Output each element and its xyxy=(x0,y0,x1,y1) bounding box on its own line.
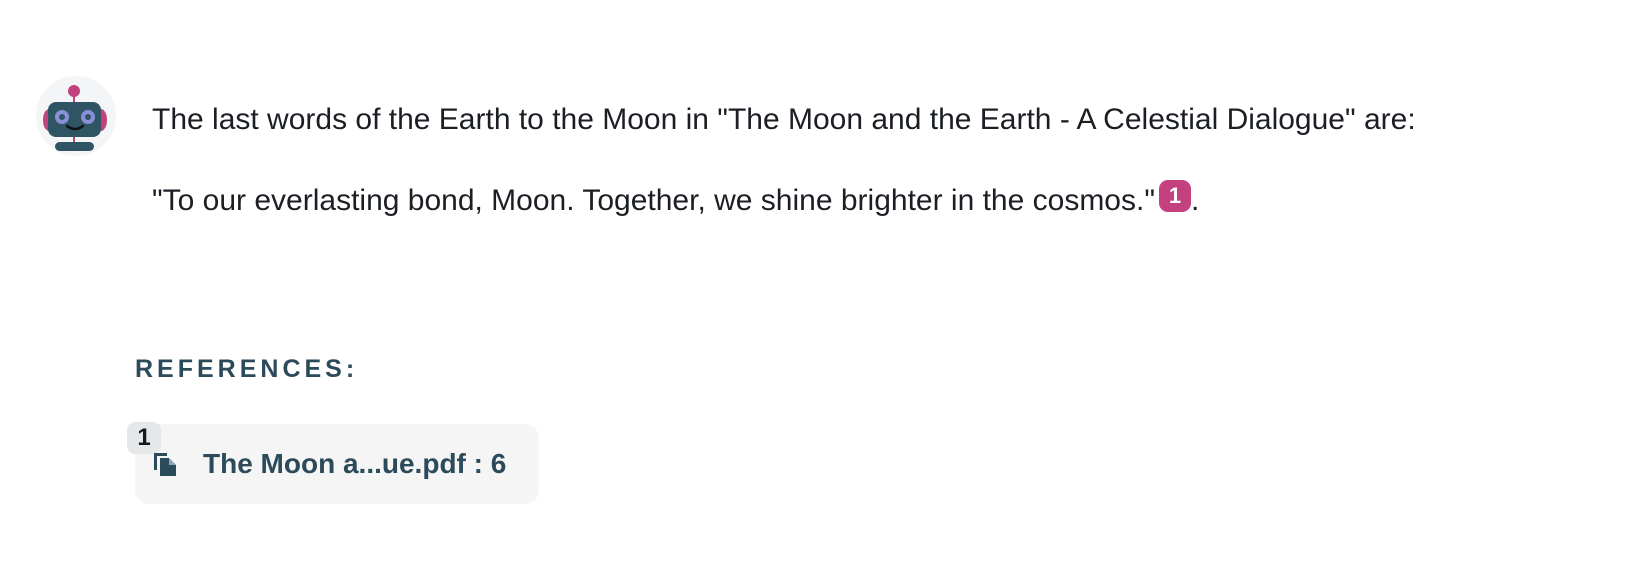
citation-badge[interactable]: 1 xyxy=(1158,180,1191,212)
quote-text: "To our everlasting bond, Moon. Together… xyxy=(152,184,1155,217)
reference-card[interactable]: 1 The Moon a...ue.pdf : 6 xyxy=(127,422,539,504)
assistant-message: The last words of the Earth to the Moon … xyxy=(152,100,1612,221)
robot-icon xyxy=(43,85,107,151)
quote-punctuation: . xyxy=(1190,184,1200,217)
references-heading: REFERENCES: xyxy=(135,355,359,383)
message-line: The last words of the Earth to the Moon … xyxy=(152,103,1416,136)
reference-label: The Moon a...ue.pdf : 6 xyxy=(203,448,507,479)
assistant-avatar xyxy=(36,76,116,156)
file-copy-icon xyxy=(154,453,176,476)
message-quote: "To our everlasting bond, Moon. Together… xyxy=(152,180,1612,221)
